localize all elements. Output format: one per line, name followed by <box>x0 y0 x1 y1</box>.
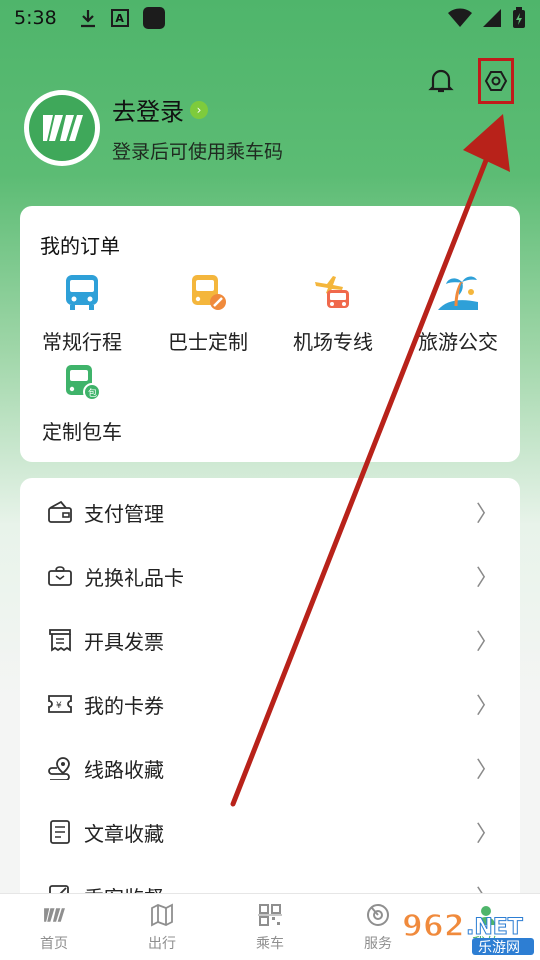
beach-icon <box>438 276 478 310</box>
wifi-icon <box>448 8 472 27</box>
menu-item-gift-card[interactable]: 兑换礼品卡 〉 <box>20 544 520 608</box>
order-label: 定制包车 <box>42 420 122 444</box>
menu-label: 文章收藏 <box>84 821 164 846</box>
watermark-site: 乐游网 <box>478 940 520 956</box>
wallet-icon <box>48 500 72 523</box>
order-label: 机场专线 <box>293 330 373 354</box>
bell-icon <box>428 69 454 93</box>
chevron-right-icon: 〉 <box>475 822 498 847</box>
settings-button[interactable] <box>478 58 514 104</box>
menu-list: 支付管理 〉 兑换礼品卡 〉 开具发票 〉 ¥ 我的卡券 〉 线路收藏 〉 文章… <box>20 478 520 918</box>
order-charter-bus[interactable]: 包 定制包车 <box>22 362 142 445</box>
signal-icon <box>483 9 501 27</box>
chevron-right-icon: 〉 <box>475 502 498 527</box>
tab-ride[interactable]: 乘车 <box>216 894 324 960</box>
order-airport-line[interactable]: 机场专线 <box>273 272 393 355</box>
svg-text:包: 包 <box>88 387 97 399</box>
watermark-number: 962 <box>402 909 465 944</box>
order-regular-trip[interactable]: 常规行程 <box>22 272 142 355</box>
menu-label: 线路收藏 <box>84 757 164 782</box>
menu-label: 我的卡券 <box>84 693 164 718</box>
custom-bus-icon <box>192 275 226 310</box>
tab-label: 服务 <box>364 935 392 952</box>
avatar[interactable] <box>24 90 100 166</box>
service-icon <box>367 903 389 926</box>
notification-button[interactable] <box>424 62 458 100</box>
menu-item-route-favorites[interactable]: 线路收藏 〉 <box>20 736 520 800</box>
font-app-icon: A <box>110 9 129 27</box>
chevron-right-icon: 〉 <box>475 566 498 591</box>
settings-hexagon-icon <box>484 71 508 91</box>
svg-text:¥: ¥ <box>56 701 62 711</box>
menu-label: 支付管理 <box>84 501 164 526</box>
tab-label: 出行 <box>148 935 176 952</box>
home-logo-icon <box>44 907 65 922</box>
gift-card-icon <box>48 566 72 586</box>
chevron-right-icon: 〉 <box>475 630 498 655</box>
app-notification-icon <box>142 7 165 29</box>
watermark-suffix: .NET <box>466 915 523 940</box>
menu-label: 开具发票 <box>84 629 164 654</box>
tab-home[interactable]: 首页 <box>0 894 108 960</box>
order-label: 常规行程 <box>42 330 122 354</box>
menu-label: 兑换礼品卡 <box>84 565 184 590</box>
charter-bus-icon: 包 <box>66 365 101 401</box>
article-icon <box>50 820 70 844</box>
app-logo-icon <box>29 95 95 161</box>
orders-title: 我的订单 <box>40 234 120 258</box>
order-custom-bus[interactable]: 巴士定制 <box>148 272 268 355</box>
menu-item-payment[interactable]: 支付管理 〉 <box>20 480 520 544</box>
menu-item-article-favorites[interactable]: 文章收藏 〉 <box>20 800 520 864</box>
orders-card: 我的订单 常规行程 巴士定制 机场专线 旅游公交 包 定制包车 <box>20 206 520 462</box>
menu-item-invoice[interactable]: 开具发票 〉 <box>20 608 520 672</box>
chevron-right-icon[interactable]: › <box>190 100 208 119</box>
route-icon <box>48 757 70 780</box>
site-watermark: 962 .NET 乐游网 <box>401 908 534 956</box>
login-hint: 登录后可使用乘车码 <box>112 141 284 163</box>
map-icon <box>151 903 173 926</box>
profile-section[interactable]: 去登录 › 登录后可使用乘车码 <box>24 90 283 166</box>
tab-label: 乘车 <box>256 935 284 952</box>
menu-item-coupons[interactable]: ¥ 我的卡券 〉 <box>20 672 520 736</box>
tab-travel[interactable]: 出行 <box>108 894 216 960</box>
invoice-icon <box>49 629 71 652</box>
order-label: 巴士定制 <box>168 330 248 354</box>
coupon-icon: ¥ <box>48 695 72 713</box>
status-bar: 5:38 A <box>0 0 540 36</box>
chevron-right-icon: 〉 <box>475 758 498 783</box>
chevron-right-icon: 〉 <box>475 694 498 719</box>
bus-icon <box>66 275 98 310</box>
battery-icon <box>513 7 525 28</box>
airport-bus-icon <box>315 276 349 308</box>
download-icon <box>80 10 95 28</box>
order-label: 旅游公交 <box>418 330 498 354</box>
tab-label: 首页 <box>40 935 68 952</box>
login-link[interactable]: 去登录 <box>112 92 184 127</box>
qr-code-icon <box>258 903 282 926</box>
status-time: 5:38 <box>14 7 57 29</box>
order-tourism-bus[interactable]: 旅游公交 <box>398 272 518 355</box>
header-actions <box>424 58 514 104</box>
